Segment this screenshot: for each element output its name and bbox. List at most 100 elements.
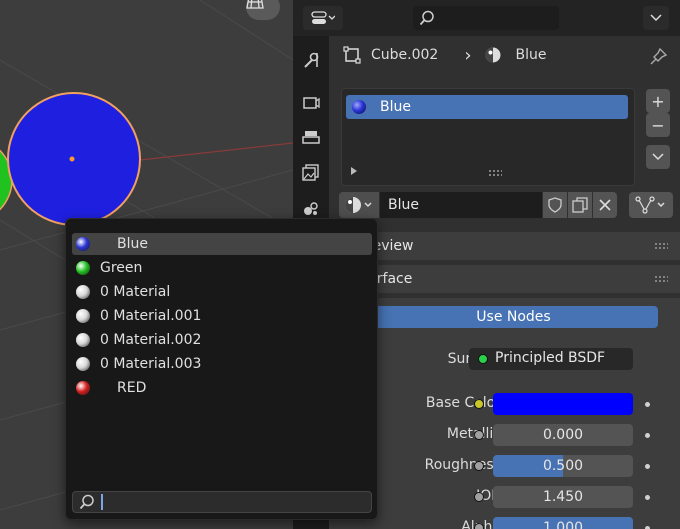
unlink-material-button[interactable]	[593, 192, 617, 218]
material-icon	[485, 47, 501, 63]
tab-view-layer[interactable]	[299, 161, 323, 185]
metallic-slider[interactable]: 0.000	[493, 424, 633, 446]
editor-type-button[interactable]	[303, 6, 343, 30]
roughness-socket[interactable]	[474, 461, 484, 471]
material-slot-list[interactable]: Blue	[341, 88, 635, 186]
preview-panel-header[interactable]: Preview	[329, 232, 680, 260]
ior-socket[interactable]	[474, 492, 484, 502]
origin-point	[69, 156, 75, 162]
duplicate-material-button[interactable]	[568, 192, 592, 218]
wrench-icon	[304, 52, 319, 68]
printer-icon	[302, 131, 320, 144]
material-name-field[interactable]: Blue	[380, 192, 542, 218]
surface-shader-value: Principled BSDF	[495, 350, 606, 366]
search-icon	[419, 10, 434, 26]
dropdown-search-input[interactable]	[72, 491, 372, 513]
tab-render[interactable]	[299, 91, 323, 115]
material-icon	[345, 197, 372, 213]
dropdown-item-label: RED	[117, 380, 147, 396]
blender-window: Cube.002 › Blue Blue + − Blue Preview Su…	[0, 0, 680, 529]
pin-icon[interactable]	[650, 47, 668, 65]
node-tree-button[interactable]	[629, 192, 673, 218]
image-icon	[302, 164, 319, 181]
shader-socket-icon	[478, 354, 488, 364]
list-resize-grip[interactable]	[488, 169, 502, 177]
scene-icon	[304, 202, 318, 215]
tab-output[interactable]	[299, 126, 323, 150]
material-properties: Cube.002 › Blue Blue + − Blue Preview Su…	[329, 36, 680, 529]
expand-arrow-icon[interactable]	[350, 167, 358, 175]
properties-search-input[interactable]	[413, 6, 559, 30]
tab-tool[interactable]	[299, 48, 323, 72]
dropdown-item[interactable]: 0 Material.003	[72, 353, 372, 375]
ior-value: 1.450	[542, 489, 584, 505]
metallic-value: 0.000	[542, 427, 584, 443]
fake-user-button[interactable]	[543, 192, 567, 218]
panel-grip[interactable]	[654, 275, 668, 283]
editor-type-icon	[311, 11, 335, 24]
material-ball-icon	[76, 237, 90, 251]
close-icon	[599, 199, 611, 211]
panel-grip[interactable]	[654, 242, 668, 250]
slot-specials-button[interactable]	[646, 145, 670, 169]
base-color-keyframe-dot[interactable]	[645, 402, 650, 407]
roughness-keyframe-dot[interactable]	[645, 464, 650, 469]
ior-field[interactable]: 1.450	[493, 486, 633, 508]
header-options-button[interactable]	[643, 6, 669, 30]
alpha-value: 1.000	[542, 520, 584, 529]
ior-keyframe-dot[interactable]	[645, 495, 650, 500]
dropdown-item-label: Blue	[117, 236, 148, 252]
material-browse-dropdown: Blue Green 0 Material 0 Material.001 0 Mater…	[65, 218, 378, 520]
grid-view-toggle[interactable]	[246, 0, 280, 20]
material-ball-icon	[352, 100, 366, 114]
metallic-keyframe-dot[interactable]	[645, 433, 650, 438]
surface-shader-field[interactable]: Principled BSDF	[469, 348, 633, 370]
dropdown-item[interactable]: Blue	[72, 233, 372, 255]
add-slot-button[interactable]: +	[646, 89, 670, 113]
shield-icon	[548, 197, 562, 213]
material-ball-icon	[76, 357, 90, 371]
x-axis-line	[139, 142, 293, 161]
base-color-socket[interactable]	[474, 399, 484, 409]
breadcrumb-separator: ›	[464, 44, 472, 66]
properties-header	[293, 0, 680, 36]
material-ball-icon	[76, 261, 90, 275]
breadcrumb: Cube.002 › Blue	[329, 36, 680, 74]
roughness-label: Roughness	[424, 457, 501, 473]
material-ball-icon	[76, 381, 90, 395]
dropdown-item[interactable]: 0 Material.002	[72, 329, 372, 351]
dropdown-item-label: 0 Material.001	[100, 308, 202, 324]
material-datablock: Blue	[339, 192, 619, 218]
dropdown-item[interactable]: 0 Material.001	[72, 305, 372, 327]
dropdown-item-label: Green	[100, 260, 143, 276]
roughness-slider[interactable]: 0.500	[493, 455, 633, 477]
slot-item-blue[interactable]: Blue	[346, 95, 628, 119]
duplicate-icon	[572, 197, 588, 213]
material-ball-icon	[76, 309, 90, 323]
dropdown-item[interactable]: RED	[72, 377, 372, 399]
object-icon	[343, 46, 361, 64]
dropdown-item[interactable]: Green	[72, 257, 372, 279]
remove-slot-button[interactable]: −	[646, 113, 670, 137]
alpha-slider[interactable]: 1.000	[493, 517, 633, 529]
breadcrumb-material: Blue	[515, 47, 547, 63]
metallic-socket[interactable]	[474, 430, 484, 440]
node-tree-icon	[635, 196, 665, 214]
dropdown-item-label: 0 Material.002	[100, 332, 202, 348]
roughness-value: 0.500	[542, 458, 584, 474]
breadcrumb-object: Cube.002	[371, 47, 439, 63]
use-nodes-button[interactable]: Use Nodes	[369, 306, 658, 328]
surface-panel-header[interactable]: Surface	[329, 265, 680, 293]
alpha-socket[interactable]	[474, 523, 484, 529]
grid-icon	[246, 0, 264, 9]
browse-material-button[interactable]	[339, 192, 379, 218]
tab-scene[interactable]	[299, 196, 323, 220]
chevron-down-icon	[650, 14, 662, 22]
chevron-down-icon	[652, 153, 664, 161]
dropdown-item[interactable]: 0 Material	[72, 281, 372, 303]
slot-item-label: Blue	[380, 99, 411, 115]
material-ball-icon	[76, 285, 90, 299]
base-color-swatch[interactable]	[493, 393, 633, 415]
render-icon	[303, 97, 320, 109]
dropdown-item-label: 0 Material.003	[100, 356, 202, 372]
